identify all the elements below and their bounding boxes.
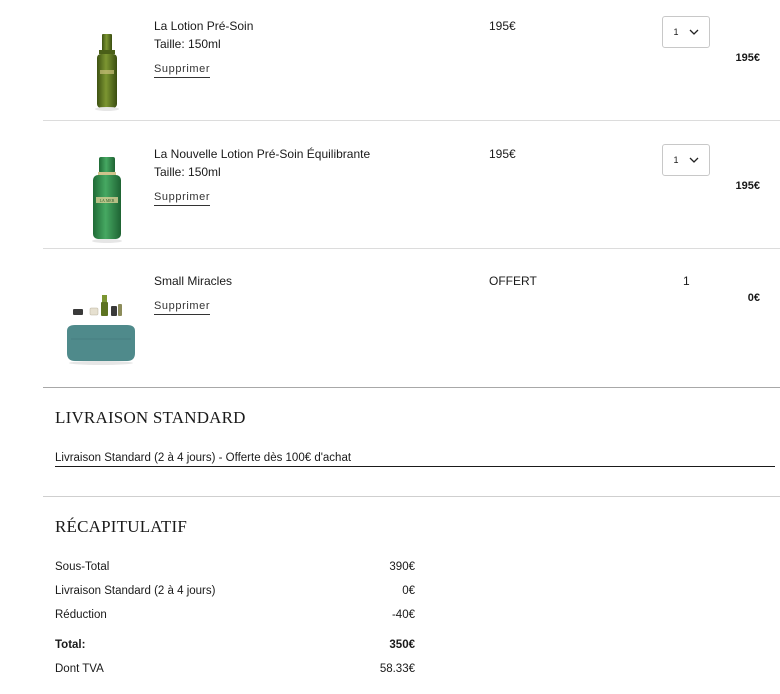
summary-value: 350€ bbox=[389, 639, 415, 651]
remove-item-link[interactable]: Supprimer bbox=[154, 300, 211, 315]
summary-label: Réduction bbox=[55, 609, 107, 621]
line-total: 0€ bbox=[747, 292, 760, 304]
summary-label: Sous-Total bbox=[55, 561, 110, 573]
summary-value: -40€ bbox=[391, 609, 415, 621]
shipping-option[interactable]: Livraison Standard (2 à 4 jours) - Offer… bbox=[55, 452, 775, 467]
summary-value: 58.33€ bbox=[379, 663, 415, 675]
cart-item-row: LA MER La Nouvelle Lotion Pré-Soin Équil… bbox=[43, 121, 780, 249]
product-image-lotion-pre-soin[interactable] bbox=[63, 30, 153, 114]
product-name[interactable]: La Nouvelle Lotion Pré-Soin Équilibrante bbox=[154, 147, 370, 161]
chevron-down-icon bbox=[689, 157, 699, 163]
summary-label: Livraison Standard (2 à 4 jours) bbox=[55, 585, 216, 597]
unit-price: 195€ bbox=[489, 147, 516, 161]
remove-item-link[interactable]: Supprimer bbox=[154, 63, 211, 78]
product-size: Taille: 150ml bbox=[154, 37, 221, 51]
unit-price: 195€ bbox=[489, 19, 516, 33]
line-total: 195€ bbox=[735, 52, 760, 64]
cart-item-row: La Lotion Pré-Soin Taille: 150ml Supprim… bbox=[43, 0, 780, 121]
quantity-select[interactable]: 1 bbox=[662, 16, 710, 48]
summary-section-title: RÉCAPITULATIF bbox=[55, 517, 187, 536]
summary-label: Total: bbox=[55, 639, 86, 651]
line-total: 195€ bbox=[735, 180, 760, 192]
summary-value: 390€ bbox=[389, 561, 415, 573]
remove-item-link[interactable]: Supprimer bbox=[154, 191, 211, 206]
summary-label: Dont TVA bbox=[55, 663, 104, 675]
product-name[interactable]: Small Miracles bbox=[154, 274, 232, 288]
shipping-section-title: LIVRAISON STANDARD bbox=[55, 408, 246, 427]
product-name[interactable]: La Lotion Pré-Soin bbox=[154, 19, 253, 33]
quantity-value: 1 bbox=[673, 27, 679, 37]
chevron-down-icon bbox=[689, 29, 699, 35]
product-size: Taille: 150ml bbox=[154, 165, 221, 179]
quantity-select[interactable]: 1 bbox=[662, 144, 710, 176]
cart-item-row: Small Miracles Supprimer OFFERT 1 0€ bbox=[43, 249, 780, 388]
unit-price: OFFERT bbox=[489, 274, 537, 288]
divider bbox=[43, 496, 780, 497]
summary-value: 0€ bbox=[402, 585, 415, 597]
product-image-lotion-equilibrante[interactable]: LA MER bbox=[63, 153, 153, 245]
bottle-logo: LA MER bbox=[100, 198, 115, 203]
product-image-small-miracles[interactable] bbox=[63, 291, 153, 367]
quantity-value: 1 bbox=[673, 155, 679, 165]
quantity-value: 1 bbox=[683, 274, 690, 288]
